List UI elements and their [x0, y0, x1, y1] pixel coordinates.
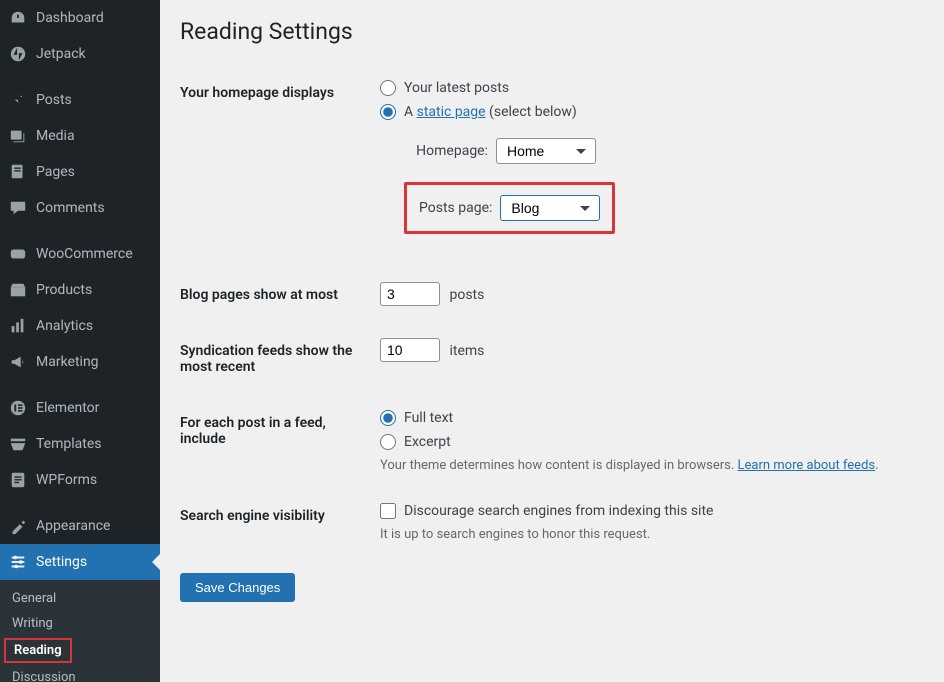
syndication-unit: items [449, 343, 484, 359]
posts-page-select-label: Posts page: [419, 200, 492, 216]
sidebar-item-dashboard[interactable]: Dashboard [0, 0, 160, 36]
discourage-search-label: Discourage search engines from indexing … [404, 503, 713, 519]
save-button[interactable]: Save Changes [180, 573, 295, 602]
homepage-select[interactable]: Home [496, 138, 596, 164]
sidebar-item-wpforms[interactable]: WPForms [0, 462, 160, 498]
pin-icon [8, 90, 28, 110]
admin-sidebar: Dashboard Jetpack Posts Media Pages Comments W… [0, 0, 160, 682]
sidebar-item-label: Marketing [36, 354, 99, 370]
sidebar-item-analytics[interactable]: Analytics [0, 308, 160, 344]
discourage-search-checkbox[interactable] [380, 503, 396, 519]
submenu-item-writing[interactable]: Writing [0, 611, 160, 636]
submenu-item-general[interactable]: General [0, 586, 160, 611]
blog-pages-input[interactable] [380, 282, 440, 306]
sidebar-item-products[interactable]: Products [0, 272, 160, 308]
sidebar-item-pages[interactable]: Pages [0, 154, 160, 190]
sidebar-item-woocommerce[interactable]: WooCommerce [0, 236, 160, 272]
sidebar-item-media[interactable]: Media [0, 118, 160, 154]
settings-icon [8, 552, 28, 572]
sidebar-item-elementor[interactable]: Elementor [0, 390, 160, 426]
analytics-icon [8, 316, 28, 336]
sidebar-item-label: Settings [36, 554, 87, 570]
sidebar-item-appearance[interactable]: Appearance [0, 508, 160, 544]
woo-icon [8, 244, 28, 264]
marketing-icon [8, 352, 28, 372]
homepage-displays-label: Your homepage displays [180, 65, 380, 267]
search-visibility-desc: It is up to search engines to honor this… [380, 527, 914, 542]
feed-excerpt-radio[interactable] [380, 434, 396, 450]
static-page-link[interactable]: static page [417, 104, 486, 120]
blog-pages-label: Blog pages show at most [180, 267, 380, 323]
sidebar-item-label: Pages [36, 164, 75, 180]
submenu-item-reading[interactable]: Reading [4, 638, 72, 663]
sidebar-item-label: Posts [36, 92, 72, 108]
templates-icon [8, 434, 28, 454]
latest-posts-label: Your latest posts [404, 80, 509, 96]
media-icon [8, 126, 28, 146]
pages-icon [8, 162, 28, 182]
feed-full-radio[interactable] [380, 410, 396, 426]
sidebar-item-comments[interactable]: Comments [0, 190, 160, 226]
latest-posts-radio[interactable] [380, 80, 396, 96]
sidebar-item-label: WooCommerce [36, 246, 133, 262]
search-visibility-label: Search engine visibility [180, 488, 380, 557]
sidebar-item-label: Appearance [36, 518, 110, 534]
dashboard-icon [8, 8, 28, 28]
static-page-radio[interactable] [380, 104, 396, 120]
sidebar-item-label: Elementor [36, 400, 99, 416]
learn-more-feeds-link[interactable]: Learn more about feeds [738, 458, 876, 473]
feed-excerpt-label: Excerpt [404, 434, 451, 450]
static-page-label: A static page (select below) [404, 104, 577, 120]
settings-submenu: GeneralWritingReading Discussion [0, 580, 160, 682]
products-icon [8, 280, 28, 300]
appearance-icon [8, 516, 28, 536]
sidebar-item-label: Jetpack [36, 46, 86, 62]
sidebar-item-label: Templates [36, 436, 102, 452]
sidebar-item-label: Media [36, 128, 75, 144]
homepage-select-label: Homepage: [404, 143, 488, 159]
sidebar-item-label: Analytics [36, 318, 93, 334]
posts-page-highlight: Posts page: Blog [404, 182, 615, 234]
feed-include-label: For each post in a feed, include [180, 395, 380, 488]
content-area: Reading Settings Your homepage displays … [160, 0, 944, 682]
feed-full-label: Full text [404, 410, 453, 426]
sidebar-item-label: Dashboard [36, 10, 104, 26]
elementor-icon [8, 398, 28, 418]
sidebar-item-label: Comments [36, 200, 105, 216]
sidebar-item-jetpack[interactable]: Jetpack [0, 36, 160, 72]
sidebar-item-label: Products [36, 282, 92, 298]
comments-icon [8, 198, 28, 218]
posts-page-select[interactable]: Blog [500, 195, 600, 221]
settings-form: Your homepage displays Your latest posts… [180, 65, 924, 557]
sidebar-item-settings[interactable]: Settings [0, 544, 160, 580]
sidebar-item-templates[interactable]: Templates [0, 426, 160, 462]
jetpack-icon [8, 44, 28, 64]
syndication-label: Syndication feeds show the most recent [180, 323, 380, 395]
wpforms-icon [8, 470, 28, 490]
syndication-input[interactable] [380, 338, 440, 362]
submenu-item-discussion[interactable]: Discussion [0, 665, 160, 682]
sidebar-item-posts[interactable]: Posts [0, 82, 160, 118]
sidebar-item-marketing[interactable]: Marketing [0, 344, 160, 380]
sidebar-item-label: WPForms [36, 472, 97, 488]
blog-pages-unit: posts [449, 287, 484, 303]
feed-description: Your theme determines how content is dis… [380, 458, 914, 473]
page-title: Reading Settings [180, 18, 924, 45]
